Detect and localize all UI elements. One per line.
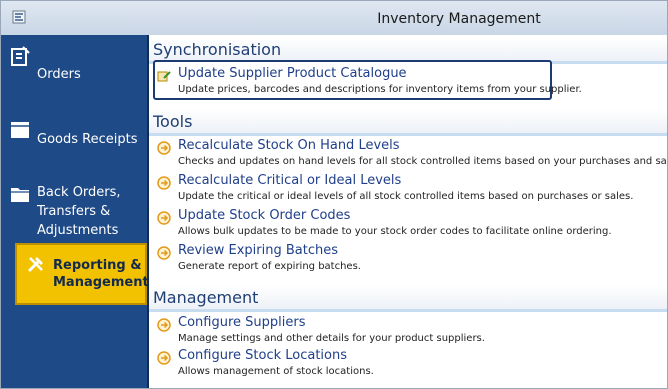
action-description: Allows management of stock locations.	[178, 366, 374, 377]
box-icon	[11, 122, 29, 138]
action-description: Allows bulk updates to be made to your s…	[178, 226, 612, 237]
action-title[interactable]: Configure Stock Locations	[178, 348, 347, 363]
action-title[interactable]: Update Supplier Product Catalogue	[178, 66, 407, 81]
arrow-circle-icon	[157, 141, 171, 155]
arrow-circle-icon	[157, 211, 171, 225]
action-title[interactable]: Configure Suppliers	[178, 315, 305, 330]
folder-icon	[11, 188, 29, 202]
main-content: Synchronisation Update Supplier Product …	[149, 35, 667, 388]
title-bar: Inventory Management	[1, 1, 667, 36]
edit-note-icon	[157, 71, 171, 82]
section-header-management: Management	[149, 285, 667, 312]
action-description: Checks and updates on hand levels for al…	[178, 156, 667, 167]
sidebar-item-label: Reporting & Management	[53, 258, 149, 290]
arrow-circle-icon	[157, 351, 171, 365]
arrow-circle-icon	[157, 246, 171, 260]
arrow-circle-icon	[157, 318, 171, 332]
action-title[interactable]: Review Expiring Batches	[178, 243, 338, 258]
action-title[interactable]: Recalculate Critical or Ideal Levels	[178, 173, 401, 188]
action-title[interactable]: Recalculate Stock On Hand Levels	[178, 138, 400, 153]
action-description: Update prices, barcodes and descriptions…	[178, 84, 582, 95]
sidebar: Orders Goods Receipts Back Orders, Trans…	[1, 35, 149, 388]
window-title: Inventory Management	[377, 11, 541, 27]
app-window: Inventory Management Orders Goods Receip…	[0, 0, 668, 389]
arrow-circle-icon	[157, 176, 171, 190]
action-description: Generate report of expiring batches.	[178, 261, 361, 272]
sidebar-item-goods-receipts[interactable]: Goods Receipts	[1, 105, 149, 175]
sidebar-item-orders[interactable]: Orders	[1, 35, 149, 105]
sidebar-item-label: Back Orders, Transfers & Adjustments	[37, 185, 121, 238]
tools-icon	[27, 257, 43, 273]
section-header-tools: Tools	[149, 109, 667, 136]
sidebar-item-back-orders[interactable]: Back Orders, Transfers & Adjustments	[1, 175, 149, 241]
sidebar-item-label: Goods Receipts	[37, 132, 138, 147]
sidebar-item-label: Orders	[37, 67, 81, 82]
action-title[interactable]: Update Stock Order Codes	[178, 208, 350, 223]
sidebar-item-reporting[interactable]: Reporting & Management	[15, 243, 149, 305]
orders-icon	[11, 46, 30, 66]
action-description: Manage settings and other details for yo…	[178, 333, 485, 344]
action-description: Update the critical or ideal levels of a…	[178, 191, 634, 202]
